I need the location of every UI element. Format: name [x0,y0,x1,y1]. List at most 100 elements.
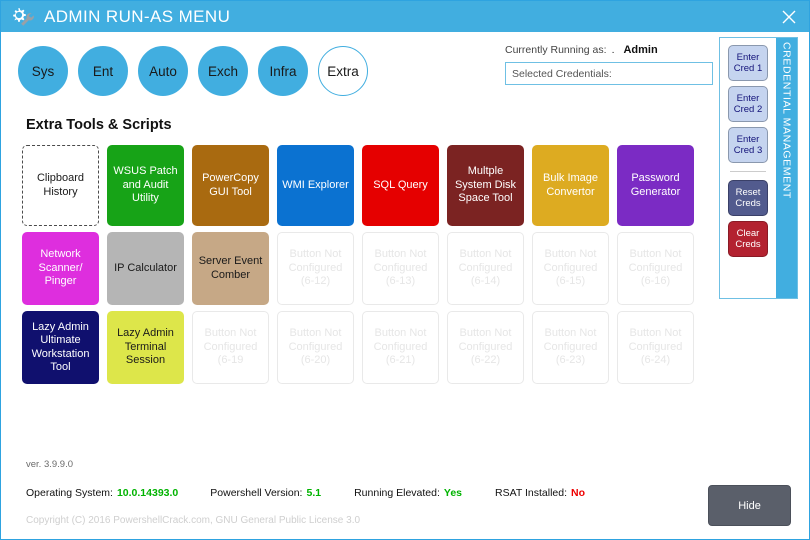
tool-button-button-not-configured-6-22: Button Not Configured (6-22) [447,311,524,384]
tool-button-label: Button Not Configured (6-16) [628,248,683,288]
cred-button-enter-cred-3[interactable]: Enter Cred 3 [728,127,768,163]
tool-button-server-event-comber[interactable]: Server Event Comber [192,232,269,305]
tool-button-label: Bulk Image Convertor [542,172,599,198]
tool-button-label: Lazy Admin Ultimate Workstation Tool [31,320,90,374]
gear-wrench-icon [7,5,37,29]
tool-button-label: Clipboard History [36,172,85,198]
credential-management-title: CREDENTIAL MANAGEMENT [780,42,793,199]
tool-button-button-not-configured-6-12: Button Not Configured (6-12) [277,232,354,305]
tool-button-button-not-configured-6-23: Button Not Configured (6-23) [532,311,609,384]
credential-management-panel: Enter Cred 1 Enter Cred 2 Enter Cred 3 Rese… [719,37,798,299]
category-tab-label: Exch [207,63,238,79]
tool-button-button-not-configured-6-24: Button Not Configured (6-24) [617,311,694,384]
category-tab-exch[interactable]: Exch [198,46,248,96]
cred-button-clear-creds[interactable]: Clear Creds [728,221,768,257]
tool-button-button-not-configured-6-13: Button Not Configured (6-13) [362,232,439,305]
tool-button-sql-query[interactable]: SQL Query [362,145,439,226]
category-tab-infra[interactable]: Infra [258,46,308,96]
tool-button-button-not-configured-6-21: Button Not Configured (6-21) [362,311,439,384]
tool-button-label: SQL Query [373,178,428,191]
tool-button-wsus-patch-and-audit-utility[interactable]: WSUS Patch and Audit Utility [107,145,184,226]
selected-credentials-input[interactable]: Selected Credentials: [505,62,713,85]
tool-button-label: Button Not Configured (6-13) [373,248,428,288]
status-value: Yes [443,487,463,499]
tool-button-label: Button Not Configured (6-12) [288,248,343,288]
status-value: 10.0.14393.0 [116,487,179,499]
tool-button-button-not-configured-6-15: Button Not Configured (6-15) [532,232,609,305]
status-item: RSAT Installed: No [495,487,585,499]
tool-button-label: IP Calculator [114,261,177,274]
cred-button-enter-cred-2[interactable]: Enter Cred 2 [728,86,768,122]
title-bar: ADMIN RUN-AS MENU [1,1,809,32]
tool-button-powercopy-gui-tool[interactable]: PowerCopy GUI Tool [192,145,269,226]
tool-button-label: Button Not Configured (6-14) [458,248,513,288]
tool-button-label: WMI Explorer [282,178,349,191]
tool-button-label: Button Not Configured (6-15) [543,248,598,288]
status-value: 5.1 [306,487,322,499]
credential-buttons: Enter Cred 1 Enter Cred 2 Enter Cred 3 Rese… [720,38,776,298]
cred-button-label: Clear Creds [735,227,761,251]
cred-button-enter-cred-1[interactable]: Enter Cred 1 [728,45,768,81]
category-tab-label: Sys [31,63,55,79]
status-item: Operating System: 10.0.14393.0 [26,487,178,499]
tool-button-label: Button Not Configured (6-20) [288,327,343,367]
status-value: No [571,487,585,499]
tool-button-label: Button Not Configured (6-21) [373,327,428,367]
running-as-row: Currently Running as: . Admin [505,44,713,56]
status-item: Running Elevated: Yes [354,487,462,499]
tool-button-label: Button Not Configured (6-22) [458,327,513,367]
category-tab-label: Auto [149,63,177,79]
cred-button-label: Enter Cred 3 [733,133,763,157]
tool-button-network-scanner-pinger[interactable]: Network Scanner/ Pinger [22,232,99,305]
cred-button-label: Enter Cred 1 [733,51,763,75]
tool-button-lazy-admin-ultimate-workstation-tool[interactable]: Lazy Admin Ultimate Workstation Tool [22,311,99,384]
tool-button-password-generator[interactable]: Password Generator [617,145,694,226]
hide-button-label: Hide [738,499,761,512]
tool-button-button-not-configured-6-19: Button Not Configured (6-19 [192,311,269,384]
tool-button-label: Lazy Admin Terminal Session [117,327,174,367]
running-as-value: Admin [623,44,658,56]
category-tab-auto[interactable]: Auto [138,46,188,96]
hide-button[interactable]: Hide [708,485,791,526]
close-icon[interactable] [767,1,809,32]
tool-button-label: Button Not Configured (6-24) [628,327,683,367]
status-label: Operating System: [26,487,113,499]
cred-button-label: Enter Cred 2 [733,92,763,116]
tool-button-label: Network Scanner/ Pinger [38,248,83,288]
running-as-separator: . [611,44,615,56]
tool-button-bulk-image-convertor[interactable]: Bulk Image Convertor [532,145,609,226]
status-label: Running Elevated: [354,487,440,499]
tool-button-lazy-admin-terminal-session[interactable]: Lazy Admin Terminal Session [107,311,184,384]
credential-management-tab[interactable]: CREDENTIAL MANAGEMENT [776,38,797,298]
status-item: Powershell Version: 5.1 [210,487,321,499]
category-tab-label: Ent [92,63,114,79]
tool-button-grid: Clipboard History WSUS Patch and Audit Ut… [22,145,694,384]
tool-button-label: Multple System Disk Space Tool [454,165,517,205]
tool-button-button-not-configured-6-14: Button Not Configured (6-14) [447,232,524,305]
category-tab-label: Infra [269,63,297,79]
credential-divider [730,171,766,172]
tool-button-multple-system-disk-space-tool[interactable]: Multple System Disk Space Tool [447,145,524,226]
window-title: ADMIN RUN-AS MENU [44,6,231,26]
status-label: RSAT Installed: [495,487,567,499]
admin-runas-window: ADMIN RUN-AS MENU Sys Ent Auto Exch Infra Ext… [0,0,810,540]
status-row: Operating System: 10.0.14393.0 Powershell … [26,487,585,499]
tool-button-button-not-configured-6-20: Button Not Configured (6-20) [277,311,354,384]
category-tab-sys[interactable]: Sys [18,46,68,96]
copyright-label: Copyright (C) 2016 PowershellCrack.com, … [26,515,361,526]
page-title: Extra Tools & Scripts [26,117,172,133]
category-tab-ent[interactable]: Ent [78,46,128,96]
cred-button-reset-creds[interactable]: Reset Creds [728,180,768,216]
category-tab-extra[interactable]: Extra [318,46,368,96]
tool-button-label: PowerCopy GUI Tool [202,172,259,198]
tool-button-label: WSUS Patch and Audit Utility [113,165,178,205]
selected-credentials-label: Selected Credentials: [512,67,612,80]
tool-button-clipboard-history[interactable]: Clipboard History [22,145,99,226]
category-tab-label: Extra [327,63,359,79]
tool-button-wmi-explorer[interactable]: WMI Explorer [277,145,354,226]
tool-button-label: Server Event Comber [198,255,263,281]
cred-button-label: Reset Creds [735,186,761,210]
tool-button-button-not-configured-6-16: Button Not Configured (6-16) [617,232,694,305]
tool-button-ip-calculator[interactable]: IP Calculator [107,232,184,305]
running-as-label: Currently Running as: [505,44,607,56]
